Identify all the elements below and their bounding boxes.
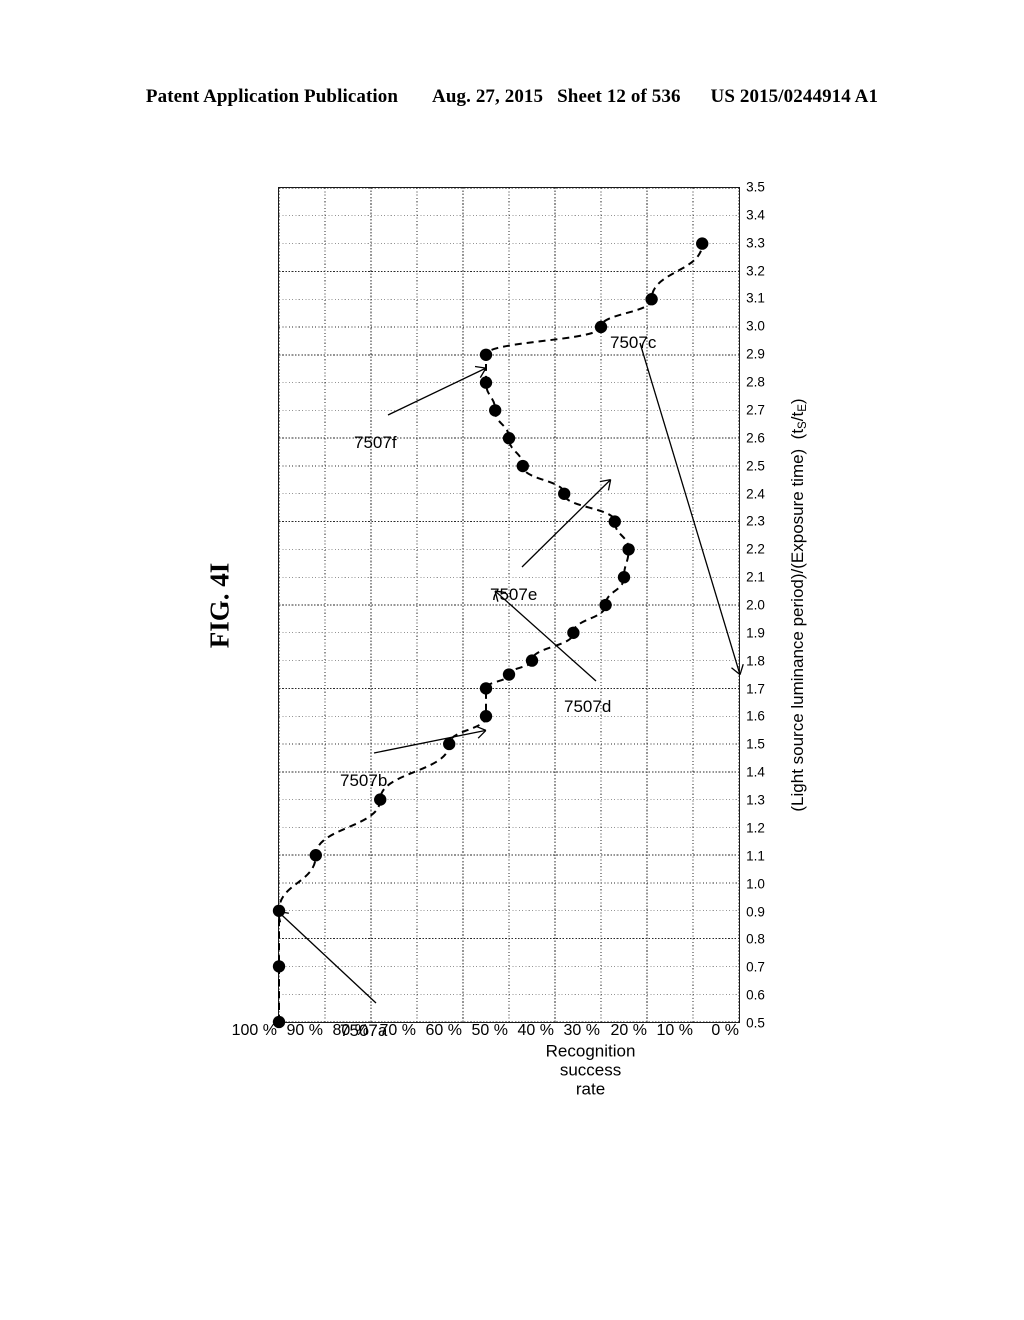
data-point [479, 376, 493, 389]
data-point [272, 904, 286, 917]
x-axis-tick-3-1: 3.1 [746, 290, 765, 306]
data-point [617, 571, 631, 584]
callout-7507b: 7507b [340, 771, 388, 790]
callout-7507e: 7507e [490, 585, 538, 604]
callout-7507f: 7507f [354, 433, 397, 452]
patent-header: Patent Application Publication Aug. 27, 2… [0, 86, 1024, 108]
data-point [479, 682, 493, 695]
x-axis-tick-0-9: 0.9 [746, 904, 765, 920]
chart-series-layer [272, 237, 709, 1029]
x-axis-tick-1-8: 1.8 [746, 653, 765, 669]
x-axis-tick-2-2: 2.2 [746, 541, 765, 557]
data-point [645, 293, 658, 306]
x-axis-tick-0-8: 0.8 [746, 931, 765, 947]
ratio-open: (t [788, 428, 807, 440]
y-axis-title-line-3: rate [575, 1079, 606, 1099]
data-point [502, 668, 516, 681]
data-point [696, 237, 709, 250]
x-axis-tick-3-2: 3.2 [746, 263, 765, 279]
header-date: Aug. 27, 2015 [432, 86, 544, 107]
ratio-slash: /t [788, 411, 807, 422]
data-point [599, 598, 612, 612]
header-docket-number: US 2015/0244914 A1 [710, 86, 879, 107]
x-axis-tick-2-5: 2.5 [746, 458, 765, 474]
data-point [374, 793, 387, 806]
data-point [479, 710, 493, 723]
data-point [567, 626, 580, 639]
x-axis-tick-1-7: 1.7 [746, 681, 765, 697]
callout-7507a: 7507a [340, 1021, 388, 1040]
header-sheet: Sheet 12 of 536 [557, 86, 681, 107]
x-axis-tick-1-5: 1.5 [746, 736, 765, 752]
x-axis-tick-1-1: 1.1 [746, 848, 765, 864]
data-point [525, 654, 539, 667]
x-axis-tick-2-8: 2.8 [746, 374, 765, 390]
y-axis-title: Recognition success rate [506, 1041, 676, 1098]
callout-7507c: 7507c [610, 333, 657, 352]
x-axis-tick-2-3: 2.3 [746, 513, 765, 529]
data-point [608, 515, 621, 528]
x-axis-tick-2-0: 2.0 [746, 597, 765, 613]
data-point [309, 849, 322, 862]
x-axis-tick-1-9: 1.9 [746, 625, 765, 641]
ratio-close: ) [788, 398, 807, 405]
x-axis-tick-2-9: 2.9 [746, 346, 765, 362]
data-point [479, 348, 493, 361]
data-point [594, 320, 608, 334]
data-point [489, 404, 502, 417]
data-point [622, 543, 635, 556]
x-axis-tick-1-6: 1.6 [746, 708, 765, 724]
x-axis-tick-1-2: 1.2 [746, 820, 765, 836]
x-axis-tick-3-0: 3.0 [746, 318, 765, 334]
x-axis-title-spacer [788, 439, 807, 448]
x-axis-tick-0-5: 0.5 [746, 1015, 765, 1031]
chart-figure: 0.5 0.6 0.7 0.8 0.9 1.0 1.1 1.2 1.3 1.4 1.5 1.6 1.7 1… [232, 123, 810, 1133]
data-point [443, 737, 456, 751]
y-axis-title-line-2: success [559, 1060, 622, 1080]
figure-label: FIG. 4I [204, 562, 235, 649]
x-axis-tick-3-5: 3.5 [746, 179, 765, 195]
x-axis-tick-2-4: 2.4 [746, 486, 765, 502]
x-axis-tick-2-6: 2.6 [746, 430, 765, 446]
x-axis-tick-3-4: 3.4 [746, 207, 765, 223]
x-axis-tick-1-3: 1.3 [746, 792, 765, 808]
x-axis-title-ratio: (tS/tE) [788, 398, 810, 440]
x-axis-title-main: (Light source luminance period)/(Exposur… [788, 448, 807, 812]
header-publication: Patent Application Publication [145, 86, 399, 107]
y-axis-tick-100: 100 % [231, 1022, 277, 1039]
data-point [272, 960, 286, 973]
data-point [558, 487, 571, 500]
ratio-sub-s: S [797, 421, 810, 429]
callout-7507d: 7507d [564, 697, 612, 716]
x-axis-tick-1-4: 1.4 [746, 764, 765, 780]
data-point [516, 459, 529, 473]
x-axis-tick-0-7: 0.7 [746, 959, 765, 975]
x-axis-title: (Light source luminance period)/(Exposur… [788, 187, 809, 1023]
data-point [502, 432, 516, 445]
x-axis-tick-2-7: 2.7 [746, 402, 765, 418]
x-axis-tick-2-1: 2.1 [746, 569, 765, 585]
ratio-sub-e: E [797, 404, 810, 412]
x-axis-tick-3-3: 3.3 [746, 235, 765, 251]
x-axis-tick-0-6: 0.6 [746, 987, 765, 1003]
plot-area [272, 187, 740, 1029]
x-axis-tick-1-0: 1.0 [746, 876, 765, 892]
y-axis-title-line-1: Recognition [545, 1041, 636, 1061]
